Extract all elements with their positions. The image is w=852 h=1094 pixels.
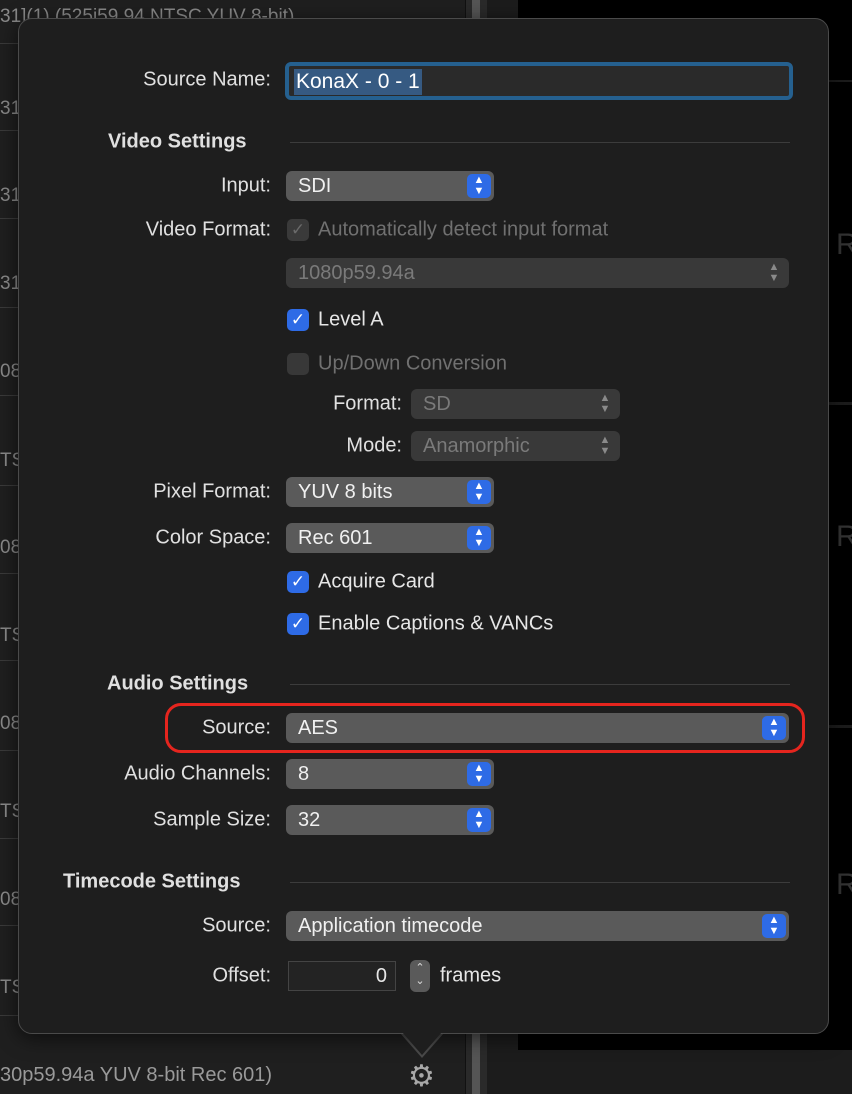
chevron-updown-icon: ▲ ▼ [467,174,491,198]
chevron-updown-icon: ▲ ▼ [762,716,786,740]
auto-detect-label: Automatically detect input format [318,218,609,241]
captions-checkbox[interactable]: ✓ [287,613,309,635]
chevron-updown-icon: ▲ ▼ [467,808,491,832]
updown-conversion-checkbox[interactable] [287,353,309,375]
source-name-input[interactable]: KonaX - 0 - 1 [285,62,793,100]
offset-stepper[interactable]: ⌃ ⌄ [410,960,430,992]
audio-channels-select[interactable]: 8 ▲ ▼ [286,759,494,789]
chevron-updown-icon: ▲ ▼ [599,434,611,457]
input-value: SDI [298,175,332,197]
audio-source-select[interactable]: AES ▲ ▼ [286,713,789,743]
timecode-source-select[interactable]: Application timecode ▲ ▼ [286,911,789,941]
color-space-label: Color Space: [155,526,271,549]
format-value: SD [423,393,451,415]
timecode-source-value: Application timecode [298,915,483,937]
video-format-select[interactable]: 1080p59.94a ▲ ▼ [286,258,789,288]
sample-size-value: 32 [298,809,321,831]
chevron-updown-icon: ▲ ▼ [467,480,491,504]
offset-input[interactable]: 0 [288,961,396,991]
audio-settings-header: Audio Settings [107,672,249,695]
timecode-source-label: Source: [202,914,271,937]
mode-value: Anamorphic [423,435,530,457]
divider [290,684,790,685]
pixel-format-label: Pixel Format: [153,480,271,503]
color-space-value: Rec 601 [298,527,373,549]
format-select[interactable]: SD ▲ ▼ [411,389,620,419]
preview-label: R [836,228,852,261]
audio-source-label: Source: [202,716,271,739]
sample-size-label: Sample Size: [153,808,271,831]
acquire-card-label: Acquire Card [318,570,435,593]
updown-conversion-label: Up/Down Conversion [318,352,507,375]
color-space-select[interactable]: Rec 601 ▲ ▼ [286,523,494,553]
chevron-updown-icon: ▲ ▼ [467,762,491,786]
divider [290,142,790,143]
audio-channels-value: 8 [298,763,310,785]
pixel-format-select[interactable]: YUV 8 bits ▲ ▼ [286,477,494,507]
video-format-label: Video Format: [145,218,271,241]
level-a-label: Level A [318,308,384,331]
source-name-value: KonaX - 0 - 1 [294,69,422,95]
chevron-updown-icon: ▲ ▼ [762,914,786,938]
input-label: Input: [220,174,271,197]
acquire-card-checkbox[interactable]: ✓ [287,571,309,593]
auto-detect-checkbox[interactable]: ✓ [287,219,309,241]
chevron-updown-icon: ▲ ▼ [768,261,780,284]
preview-label: R [836,868,852,901]
offset-unit: frames [440,964,502,987]
gear-icon[interactable]: ⚙ [408,1062,435,1092]
audio-source-value: AES [298,717,339,739]
video-format-value: 1080p59.94a [298,262,415,284]
sample-size-select[interactable]: 32 ▲ ▼ [286,805,494,835]
pixel-format-value: YUV 8 bits [298,481,393,503]
captions-label: Enable Captions & VANCs [318,612,554,635]
offset-label: Offset: [212,964,271,987]
timecode-settings-header: Timecode Settings [63,870,241,893]
chevron-updown-icon: ▲ ▼ [599,392,611,415]
format-label: Format: [333,392,402,415]
preview-label: R [836,520,852,553]
source-name-label: Source Name: [143,68,271,91]
audio-channels-label: Audio Channels: [124,762,271,785]
level-a-checkbox[interactable]: ✓ [287,309,309,331]
popover-arrow-fill [402,1032,442,1055]
mode-select[interactable]: Anamorphic ▲ ▼ [411,431,620,461]
mode-label: Mode: [346,434,402,457]
input-select[interactable]: SDI ▲ ▼ [286,171,494,201]
chevron-updown-icon: ▲ ▼ [467,526,491,550]
video-settings-header: Video Settings [108,130,247,153]
selected-source-description: 30p59.94a YUV 8-bit Rec 601) [0,1064,273,1086]
divider [290,882,790,883]
